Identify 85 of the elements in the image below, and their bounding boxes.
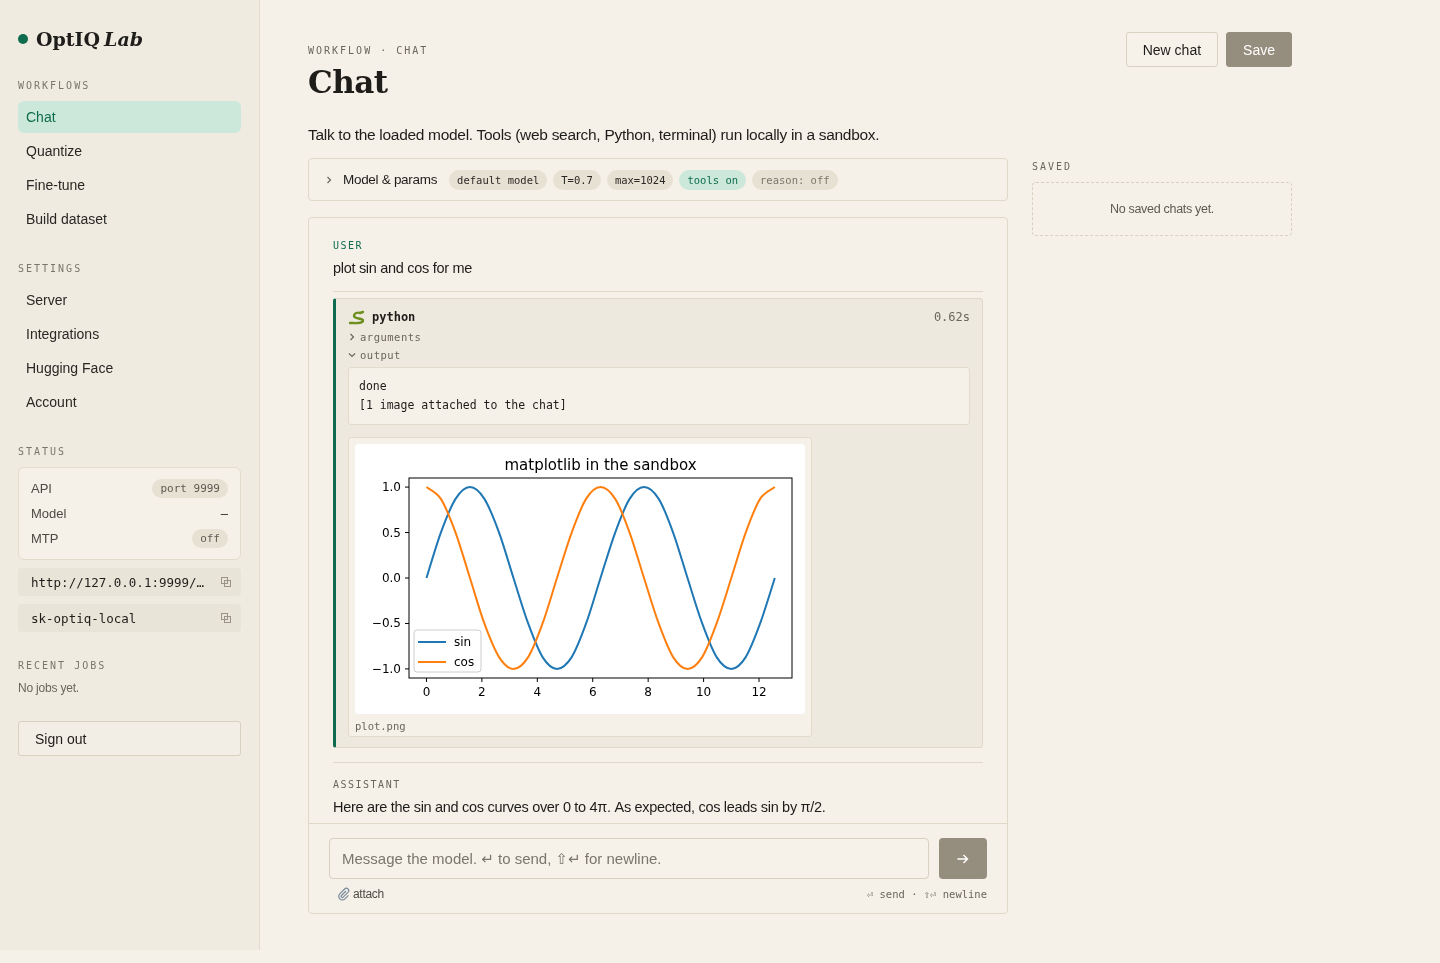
keyboard-hint: ⏎ send · ⇧⏎ newline [866, 888, 987, 900]
y-tick-label: −1.0 [371, 661, 401, 676]
copy-icon[interactable] [221, 577, 231, 587]
section-title: STATUS [18, 446, 68, 457]
image-caption: plot.png [355, 720, 407, 732]
y-tick: −1.0 [371, 661, 410, 676]
nav-item[interactable]: Chat [18, 101, 241, 133]
breadcrumb: WORKFLOW · CHAT [308, 45, 429, 56]
legend-label: sin [454, 635, 472, 649]
role-label: USER [333, 240, 365, 251]
x-tick-label: 12 [751, 685, 767, 699]
y-tick-label: 1.0 [381, 480, 401, 495]
empty-note: No saved chats yet. [1109, 202, 1215, 216]
legend-label: cos [454, 655, 475, 669]
section-title: RECENT JOBS [18, 660, 108, 671]
snake-icon [348, 309, 366, 325]
status-label: API [31, 481, 52, 496]
y-tick: 0.0 [381, 571, 410, 585]
x-tick: 6 [588, 677, 597, 699]
tool-output: done [1 image attached to the chat] [348, 367, 970, 425]
section-title: WORKFLOWS [18, 80, 92, 91]
x-tick-label: 2 [478, 685, 486, 699]
y-tick-label: 0.0 [381, 571, 401, 585]
x-tick: 12 [751, 677, 767, 699]
nav-item[interactable]: Quantize [18, 135, 241, 167]
role-label: ASSISTANT [333, 779, 402, 790]
chart-title: matplotlib in the sandbox [504, 456, 697, 474]
chevron-icon [348, 333, 356, 341]
status-label: MTP [31, 531, 59, 546]
x-tick: 2 [478, 677, 486, 699]
param-chip: tools on [679, 169, 747, 190]
param-chip: default model [449, 169, 548, 190]
nav-item[interactable]: Hugging Face [18, 352, 241, 384]
x-tick-label: 4 [533, 685, 542, 699]
page-title: Chat [308, 64, 389, 100]
y-tick-label: 0.5 [381, 525, 401, 540]
paperclip-icon [337, 887, 351, 901]
tool-name: python [372, 310, 416, 324]
message-input[interactable]: Message the model. ↵ to send, ⇧↵ for newline. [329, 838, 929, 879]
status-label: Model [31, 506, 67, 521]
message-text: plot sin and cos for me [333, 260, 473, 276]
page-description: Talk to the loaded model. Tools (web search, Python, terminal) run locally in a sandbox. [308, 126, 881, 144]
status-pill: port 9999 [152, 479, 228, 498]
attach-button[interactable]: attach [329, 887, 384, 901]
x-tick: 8 [644, 677, 652, 699]
nav-item[interactable]: Fine-tune [18, 169, 241, 201]
y-tick: 1.0 [381, 480, 410, 495]
empty-note: No jobs yet. [18, 681, 80, 695]
nav-item[interactable]: Account [18, 386, 241, 418]
nav-item[interactable]: Build dataset [18, 203, 241, 235]
param-chip: reason: off [752, 169, 838, 190]
copy-text: sk-optiq-local [31, 610, 137, 626]
chevron-icon [348, 351, 356, 359]
section-toggle[interactable]: output [348, 349, 401, 361]
status-pill: off [192, 529, 228, 548]
x-tick: 4 [533, 677, 542, 699]
x-tick-label: 8 [644, 685, 652, 699]
brand-name: OptIQ [36, 28, 101, 50]
x-tick-label: 6 [588, 685, 597, 699]
x-tick-label: 10 [695, 685, 712, 699]
sign-out-button[interactable]: Sign out [18, 721, 241, 756]
nav-item[interactable]: Integrations [18, 318, 241, 350]
param-chip: max=1024 [606, 169, 674, 190]
y-tick: −0.5 [371, 616, 410, 631]
brand-dot [18, 34, 28, 44]
tool-time: 0.62s [933, 310, 970, 324]
x-tick-label: 0 [422, 685, 431, 699]
message-text: Here are the sin and cos curves over 0 to 4π. As expected, cos leads sin by π/2. [333, 799, 827, 815]
status-value: – [220, 506, 228, 521]
new-chat-button[interactable]: New chat [1125, 32, 1219, 67]
params-toggle[interactable]: Model & params [325, 172, 438, 187]
x-tick: 0 [422, 677, 431, 699]
section-toggle[interactable]: arguments [348, 331, 422, 343]
y-tick-label: −0.5 [371, 616, 401, 631]
brand-suffix: Lab [104, 28, 144, 50]
copy-icon[interactable] [221, 613, 231, 623]
section-title: SAVED [1032, 161, 1074, 172]
nav-item[interactable]: Server [18, 284, 241, 316]
y-tick: 0.5 [381, 525, 410, 540]
arrow-right-icon [957, 853, 969, 864]
send-button[interactable] [939, 838, 987, 879]
param-chip: T=0.7 [553, 169, 601, 190]
copy-text: http://127.0.0.1:9999/… [31, 574, 205, 590]
x-tick: 10 [695, 677, 712, 699]
section-title: SETTINGS [18, 263, 84, 274]
